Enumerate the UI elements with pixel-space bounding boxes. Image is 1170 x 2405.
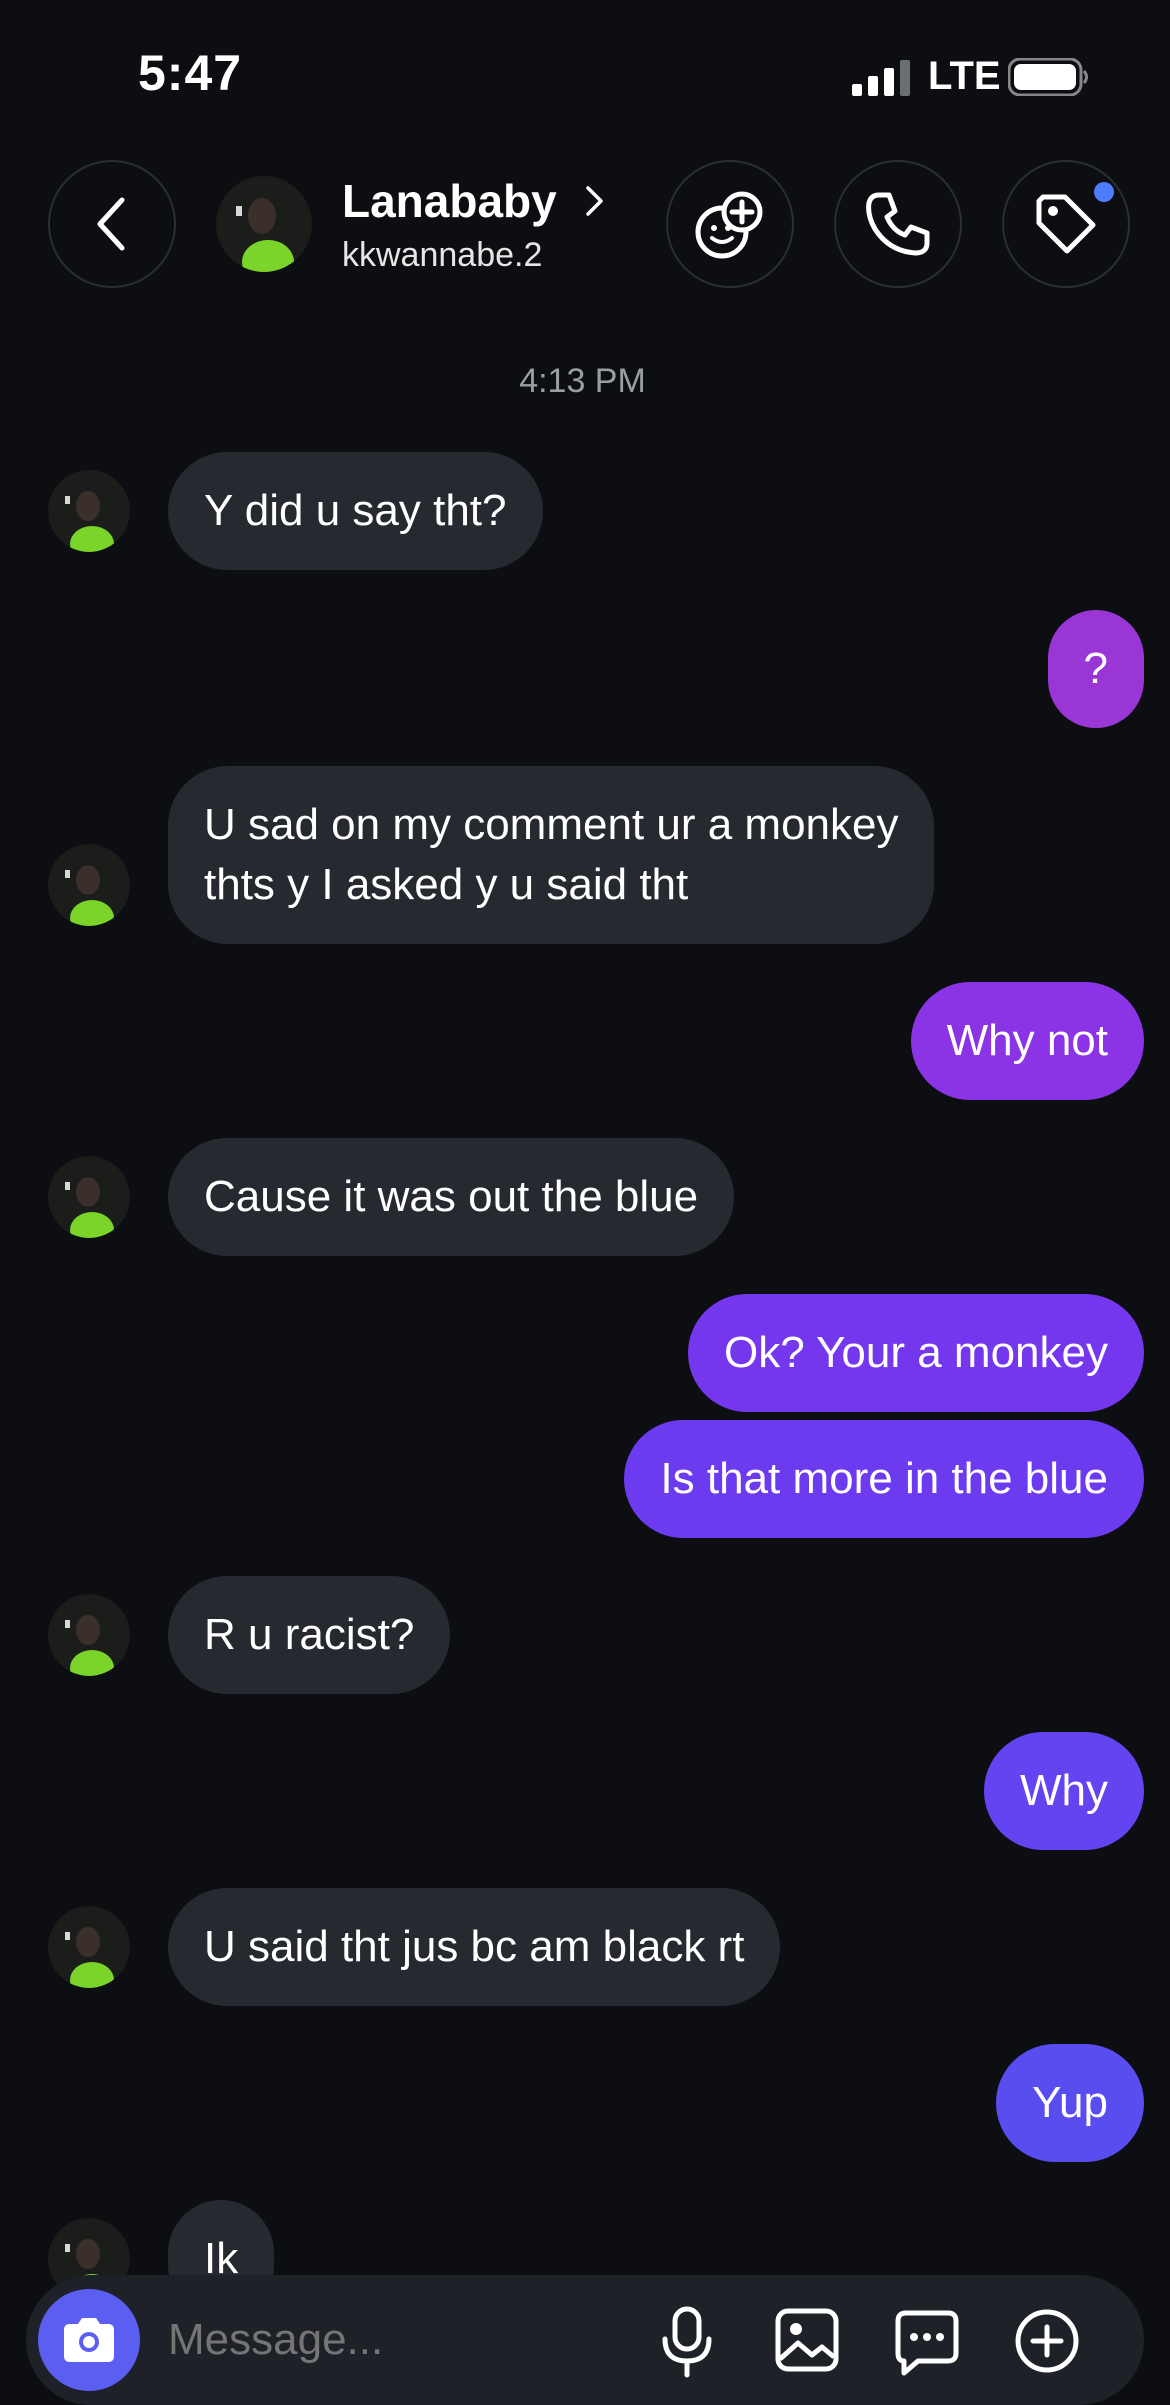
message-text: U sad on my comment ur a monkey — [204, 800, 899, 849]
outgoing-message-bubble[interactable]: ? — [1047, 610, 1144, 728]
camera-button[interactable] — [38, 2289, 140, 2391]
contact-avatar-small[interactable] — [48, 1594, 130, 1676]
contact-avatar[interactable] — [216, 176, 312, 272]
message-text: R u racist? — [204, 1610, 415, 1659]
conversation-timestamp: 4:13 PM — [519, 362, 646, 400]
message-text: Ok? Your a monkey — [723, 1328, 1108, 1377]
chevron-left-icon — [97, 197, 125, 251]
phone-icon — [866, 192, 930, 256]
message-text: Is that more in the blue — [660, 1454, 1108, 1503]
incoming-message-bubble[interactable]: Cause it was out the blue — [168, 1138, 735, 1256]
chevron-right-icon — [586, 186, 603, 216]
more-options-icon[interactable] — [892, 2301, 962, 2381]
message-input[interactable] — [168, 2315, 548, 2365]
message-text: Why — [1020, 1766, 1108, 1815]
tag-icon — [1036, 194, 1096, 254]
add-icon[interactable] — [1012, 2301, 1082, 2381]
outgoing-message-bubble[interactable]: Why not — [910, 982, 1144, 1100]
contact-avatar-small[interactable] — [48, 470, 130, 552]
status-time: 5:47 — [138, 45, 243, 101]
message-composer — [26, 2275, 1144, 2405]
add-effects-button[interactable] — [666, 160, 794, 288]
message-text: thts y I asked y u said tht — [204, 860, 689, 909]
battery-icon — [1008, 58, 1088, 96]
message-text: U said tht jus bc am black rt — [204, 1922, 745, 1971]
message-text: Cause it was out the blue — [204, 1172, 699, 1221]
incoming-message-bubble[interactable]: R u racist? — [168, 1576, 451, 1694]
gallery-icon[interactable] — [772, 2301, 842, 2381]
incoming-message-bubble[interactable]: U sad on my comment ur a monkey thts y I … — [168, 766, 935, 944]
contact-username: kkwannabe.2 — [342, 236, 543, 274]
call-button[interactable] — [834, 160, 962, 288]
message-text: Y did u say tht? — [204, 486, 507, 535]
signal-icon — [852, 60, 910, 96]
notification-dot — [1094, 182, 1114, 202]
network-label: LTE — [928, 54, 1001, 98]
contact-name[interactable]: Lanababy — [342, 174, 557, 228]
outgoing-message-bubble[interactable]: Why — [984, 1732, 1144, 1850]
incoming-message-bubble[interactable]: U said tht jus bc am black rt — [168, 1888, 781, 2006]
outgoing-message-bubble[interactable]: Ok? Your a monkey — [687, 1294, 1144, 1412]
incoming-message-bubble[interactable]: Y did u say tht? — [168, 452, 543, 570]
outgoing-message-bubble[interactable]: Yup — [996, 2044, 1144, 2162]
chat-header: Lanababy kkwannabe.2 — [0, 150, 1170, 300]
contact-avatar-small[interactable] — [48, 844, 130, 926]
outgoing-message-bubble[interactable]: Is that more in the blue — [624, 1420, 1144, 1538]
sticker-add-icon — [695, 191, 763, 259]
contact-avatar-small[interactable] — [48, 1156, 130, 1238]
microphone-icon[interactable] — [652, 2301, 722, 2381]
contact-avatar-small[interactable] — [48, 1906, 130, 1988]
message-text: Yup — [1032, 2078, 1108, 2127]
status-bar: 5:47 LTE — [0, 0, 1170, 150]
message-text: Why not — [946, 1016, 1108, 1065]
message-text: ? — [1083, 644, 1108, 693]
tag-button[interactable] — [1002, 160, 1130, 288]
back-button[interactable] — [48, 160, 176, 288]
